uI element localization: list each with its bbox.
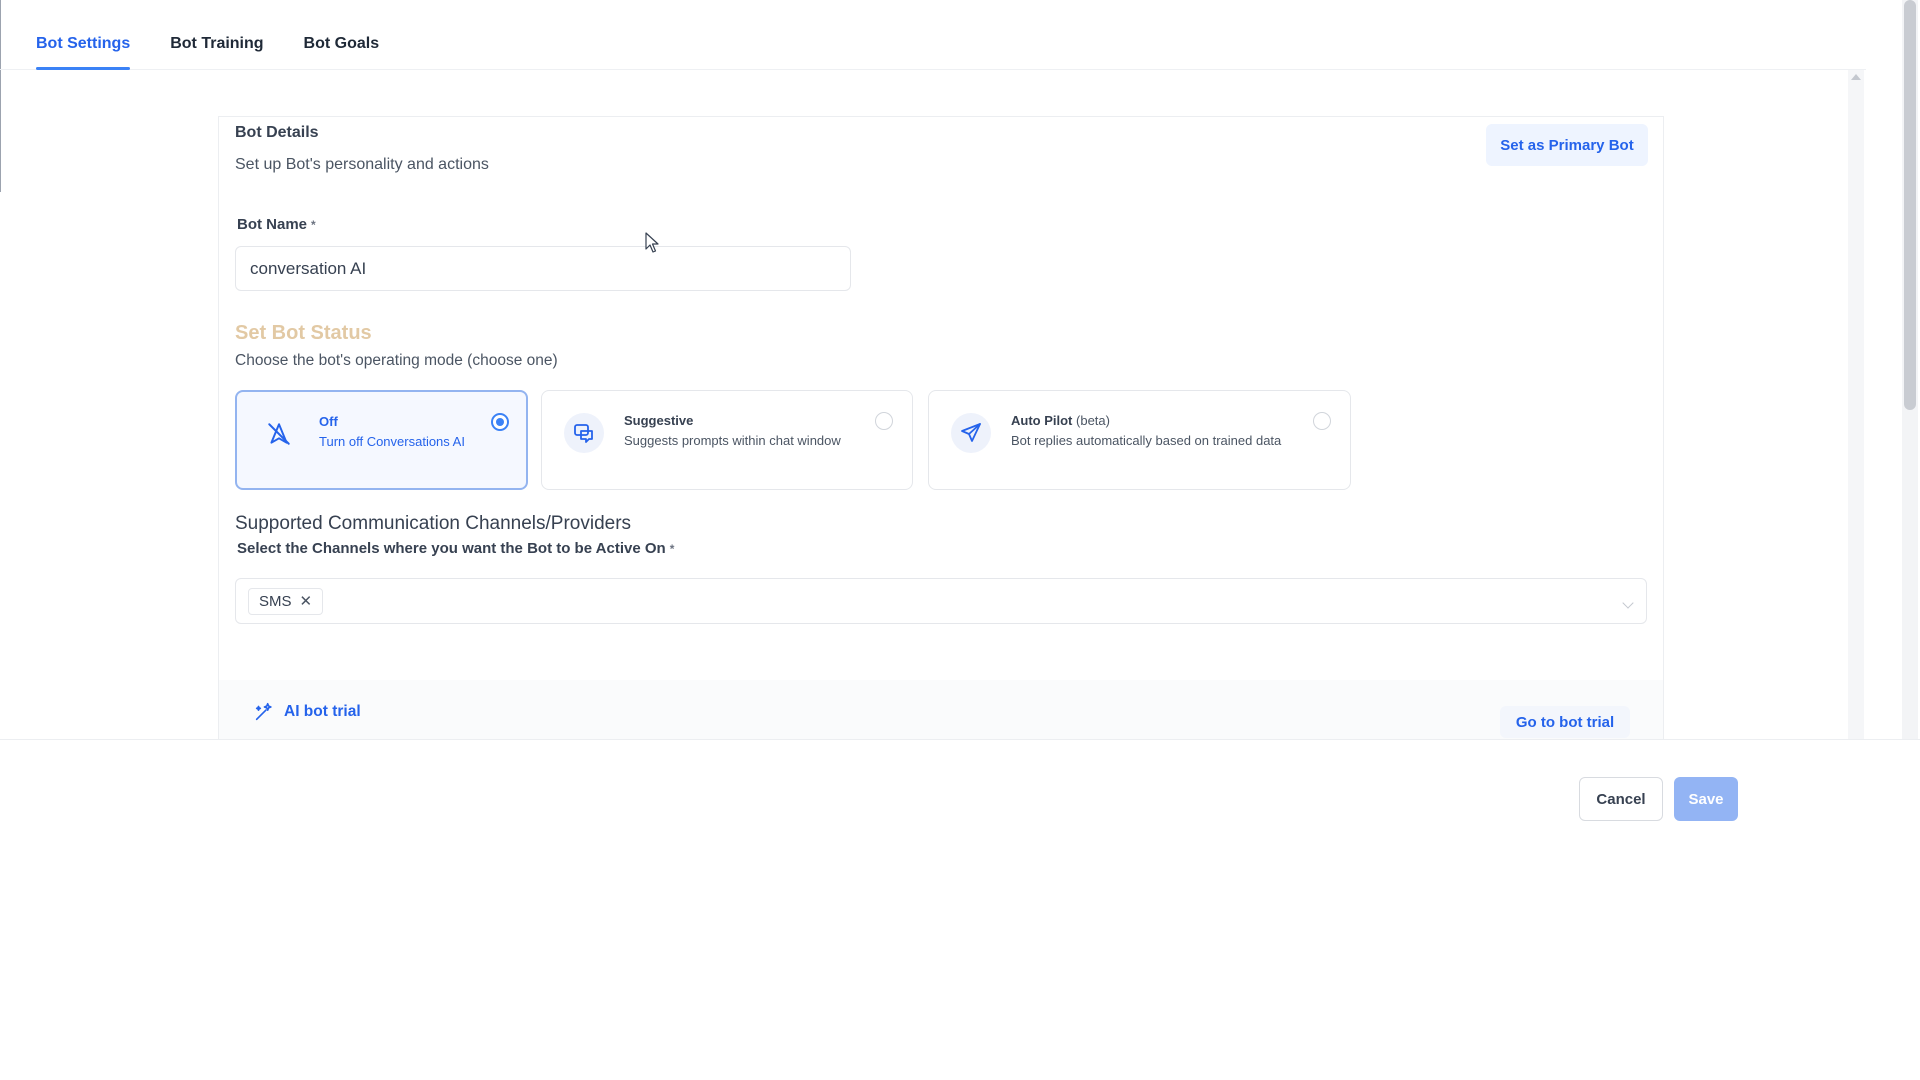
status-option-title: Off (319, 414, 338, 429)
status-option-desc: Bot replies automatically based on train… (1011, 433, 1282, 448)
bot-off-icon (259, 414, 299, 454)
paper-plane-icon (951, 413, 991, 453)
channels-title: Supported Communication Channels/Provide… (235, 513, 632, 534)
tab-bar: Bot Settings Bot Training Bot Goals (36, 28, 379, 70)
bot-name-input[interactable]: conversation AI (235, 246, 851, 291)
go-to-bot-trial-button[interactable]: Go to bot trial (1500, 706, 1630, 738)
channel-chip-sms: SMS ✕ (248, 588, 324, 615)
channels-select[interactable]: SMS ✕ (235, 578, 1647, 624)
set-bot-status-title: Set Bot Status (235, 322, 372, 344)
bot-name-label-text: Bot Name (237, 216, 308, 233)
magic-wand-icon (255, 702, 272, 721)
section-subtitle: Set up Bot's personality and actions (235, 156, 489, 173)
status-option-desc: Suggests prompts within chat window (624, 433, 841, 448)
tab-bot-settings[interactable]: Bot Settings (36, 28, 131, 70)
status-option-title: Auto Pilot (beta) (1011, 413, 1110, 428)
scroll-up-arrow-icon[interactable] (1851, 74, 1861, 80)
channels-label-text: Select the Channels where you want the B… (237, 540, 666, 557)
status-radio-suggestive[interactable] (875, 412, 893, 430)
mouse-cursor-icon (645, 232, 659, 253)
set-bot-status-subtitle: Choose the bot's operating mode (choose … (235, 352, 558, 369)
remove-chip-icon[interactable]: ✕ (300, 594, 313, 609)
ai-bot-trial-title: AI bot trial (284, 703, 361, 720)
chevron-down-icon[interactable] (1622, 597, 1634, 609)
required-mark: * (669, 542, 675, 556)
set-primary-bot-button[interactable]: Set as Primary Bot (1486, 124, 1648, 166)
required-mark: * (311, 218, 316, 232)
ai-bot-trial-section (219, 680, 1663, 740)
section-title: Bot Details (235, 124, 319, 141)
beta-label: (beta) (1076, 413, 1110, 428)
bot-name-label: Bot Name * (237, 216, 316, 233)
status-option-desc: Turn off Conversations AI (319, 434, 465, 449)
tab-bot-training[interactable]: Bot Training (170, 28, 263, 70)
status-radio-auto-pilot[interactable] (1313, 412, 1331, 430)
save-button[interactable]: Save (1674, 777, 1738, 821)
channel-chip-label: SMS (259, 593, 292, 610)
left-edge-line (0, 0, 1, 192)
status-option-title: Suggestive (624, 413, 694, 428)
chat-suggest-icon (564, 413, 604, 453)
status-option-title-text: Auto Pilot (1011, 413, 1073, 428)
channels-label: Select the Channels where you want the B… (237, 540, 674, 557)
status-option-suggestive[interactable]: Suggestive Suggests prompts within chat … (541, 390, 913, 490)
tab-bot-goals[interactable]: Bot Goals (304, 28, 380, 70)
page-scroll-thumb[interactable] (1904, 0, 1916, 410)
status-radio-off[interactable] (491, 413, 509, 431)
status-option-auto-pilot[interactable]: Auto Pilot (beta) Bot replies automatica… (928, 390, 1351, 490)
cancel-button[interactable]: Cancel (1579, 777, 1663, 821)
content-scrollbar[interactable] (1848, 70, 1864, 740)
status-option-off[interactable]: Off Turn off Conversations AI (235, 390, 528, 490)
